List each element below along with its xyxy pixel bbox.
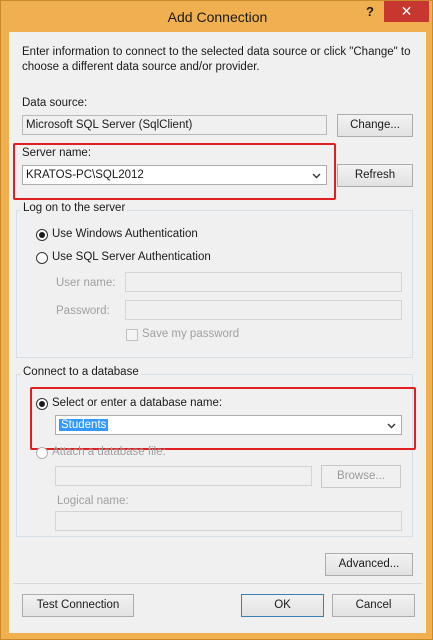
intro-text: Enter information to connect to the sele… (22, 46, 411, 73)
data-source-field: Microsoft SQL Server (SqlClient) (22, 115, 327, 135)
logon-group-title: Log on to the server (21, 202, 128, 214)
password-label: Password: (56, 305, 110, 317)
test-connection-button[interactable]: Test Connection (22, 594, 134, 617)
database-group-title: Connect to a database (21, 366, 141, 378)
chevron-down-icon[interactable] (312, 171, 321, 180)
change-button[interactable]: Change... (337, 114, 413, 137)
sql-auth-label[interactable]: Use SQL Server Authentication (52, 251, 211, 263)
chevron-down-icon[interactable] (387, 421, 396, 430)
cancel-button[interactable]: Cancel (332, 594, 415, 617)
help-button[interactable]: ? (356, 1, 384, 22)
password-field (125, 300, 402, 320)
attach-file-field (55, 466, 312, 486)
server-name-value: KRATOS-PC\SQL2012 (26, 169, 144, 181)
windows-auth-radio[interactable] (36, 229, 48, 241)
server-name-label: Server name: (22, 147, 92, 159)
windows-auth-label[interactable]: Use Windows Authentication (52, 228, 198, 240)
select-database-label[interactable]: Select or enter a database name: (52, 397, 222, 409)
logical-name-label: Logical name: (57, 495, 129, 507)
user-name-label: User name: (56, 277, 116, 289)
user-name-field (125, 272, 402, 292)
database-name-combo[interactable]: Students (55, 415, 402, 435)
separator (13, 583, 422, 584)
dialog-body: Enter information to connect to the sele… (9, 32, 426, 633)
ok-button[interactable]: OK (241, 594, 324, 617)
title-bar: Add Connection ? ✕ (1, 1, 432, 32)
logical-name-field (55, 511, 402, 531)
attach-database-radio[interactable] (36, 447, 48, 459)
select-database-radio[interactable] (36, 398, 48, 410)
attach-database-label[interactable]: Attach a database file: (52, 446, 166, 458)
advanced-button[interactable]: Advanced... (325, 553, 413, 576)
data-source-label: Data source: (22, 97, 88, 109)
add-connection-dialog: Add Connection ? ✕ Enter information to … (0, 0, 433, 640)
browse-button: Browse... (321, 465, 401, 488)
server-name-combo[interactable]: KRATOS-PC\SQL2012 (22, 165, 327, 185)
sql-auth-radio[interactable] (36, 252, 48, 264)
close-button[interactable]: ✕ (384, 1, 429, 22)
save-password-label: Save my password (142, 328, 240, 340)
database-name-value: Students (59, 419, 109, 431)
save-password-checkbox (126, 329, 138, 341)
refresh-button[interactable]: Refresh (337, 164, 413, 187)
